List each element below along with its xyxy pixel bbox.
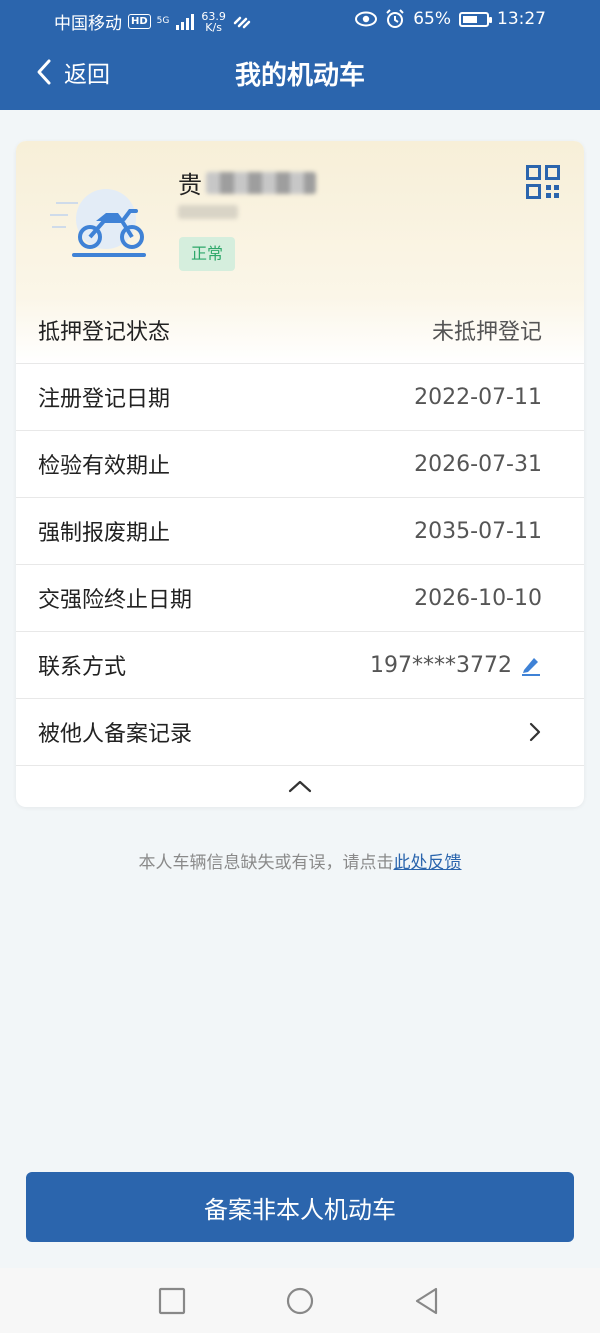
owner-name: 贵 bbox=[178, 165, 316, 200]
row-filing-records[interactable]: 被他人备案记录 bbox=[16, 699, 584, 766]
row-value: 2022-07-11 bbox=[414, 384, 542, 410]
row-insurance-expiry: 交强险终止日期 2026-10-10 bbox=[16, 565, 584, 632]
recent-apps-icon[interactable] bbox=[157, 1286, 187, 1316]
hd-badge: HD bbox=[128, 14, 151, 29]
masked-plate bbox=[206, 171, 316, 194]
home-icon[interactable] bbox=[285, 1286, 315, 1316]
clock: 13:27 bbox=[497, 9, 546, 29]
feedback-link[interactable]: 此处反馈 bbox=[394, 853, 462, 873]
row-label: 检验有效期止 bbox=[38, 454, 171, 479]
system-nav-bar bbox=[0, 1268, 600, 1333]
signal-icon bbox=[176, 13, 195, 30]
row-value: 未抵押登记 bbox=[431, 320, 542, 345]
row-label: 联系方式 bbox=[38, 655, 127, 680]
page-title: 我的机动车 bbox=[234, 61, 365, 91]
row-mortgage-status: 抵押登记状态 未抵押登记 bbox=[16, 297, 584, 364]
alarm-icon bbox=[386, 9, 404, 28]
row-scrap-deadline: 强制报废期止 2035-07-11 bbox=[16, 498, 584, 565]
row-inspection-expiry: 检验有效期止 2026-07-31 bbox=[16, 431, 584, 498]
back-nav-icon[interactable] bbox=[412, 1286, 442, 1316]
carrier-name: 中国移动 bbox=[54, 14, 122, 34]
status-left: 中国移动 HD 5G 63.9 K/s bbox=[54, 9, 252, 34]
status-bar: 中国移动 HD 5G 63.9 K/s 65% 13:27 bbox=[0, 0, 600, 40]
vehicle-card: 贵 正常 抵押登记状态 未抵押登记 注册登记日期 2022-07-11 检验有效… bbox=[16, 141, 584, 807]
network-speed: 63.9 K/s bbox=[201, 11, 226, 33]
vehicle-card-header: 贵 正常 bbox=[16, 141, 584, 297]
edit-icon[interactable] bbox=[520, 654, 542, 676]
register-other-vehicle-button[interactable]: 备案非本人机动车 bbox=[26, 1172, 574, 1242]
row-contact[interactable]: 联系方式 197****3772 bbox=[16, 632, 584, 699]
masked-vehicle-type bbox=[178, 205, 238, 219]
battery-fill bbox=[463, 15, 477, 23]
row-label: 被他人备案记录 bbox=[38, 722, 193, 747]
qr-code-icon[interactable] bbox=[526, 165, 560, 199]
row-value: 197****3772 bbox=[370, 653, 542, 678]
chevron-up-icon bbox=[288, 780, 312, 793]
contact-phone: 197****3772 bbox=[370, 652, 512, 678]
row-label: 抵押登记状态 bbox=[38, 320, 171, 345]
battery-percent: 65% bbox=[413, 9, 451, 29]
row-label: 交强险终止日期 bbox=[38, 588, 193, 613]
speed-unit: K/s bbox=[205, 20, 222, 34]
collapse-button[interactable] bbox=[16, 766, 584, 806]
app-header: 中国移动 HD 5G 63.9 K/s 65% 13:27 返回 我的机动车 bbox=[0, 0, 600, 110]
nav-bar: 返回 我的机动车 bbox=[0, 45, 600, 101]
owner-initial: 贵 bbox=[178, 171, 202, 199]
network-type: 5G bbox=[156, 16, 170, 26]
battery-icon bbox=[459, 11, 492, 27]
link-icon bbox=[233, 16, 251, 28]
feedback-text: 本人车辆信息缺失或有误，请点击此处反馈 bbox=[0, 848, 600, 873]
row-label: 强制报废期止 bbox=[38, 521, 171, 546]
row-value: 2026-07-31 bbox=[414, 451, 542, 477]
row-label: 注册登记日期 bbox=[38, 387, 171, 412]
status-badge: 正常 bbox=[179, 237, 236, 271]
vehicle-info-list: 抵押登记状态 未抵押登记 注册登记日期 2022-07-11 检验有效期止 20… bbox=[16, 297, 584, 806]
row-value: 2035-07-11 bbox=[414, 518, 542, 544]
eye-icon bbox=[355, 11, 378, 27]
feedback-prompt: 本人车辆信息缺失或有误，请点击 bbox=[138, 853, 394, 873]
chevron-right-icon bbox=[529, 722, 541, 742]
row-registration-date: 注册登记日期 2022-07-11 bbox=[16, 364, 584, 431]
motorcycle-icon bbox=[50, 189, 146, 257]
status-right: 65% 13:27 bbox=[355, 9, 546, 29]
row-value: 2026-10-10 bbox=[414, 585, 542, 611]
